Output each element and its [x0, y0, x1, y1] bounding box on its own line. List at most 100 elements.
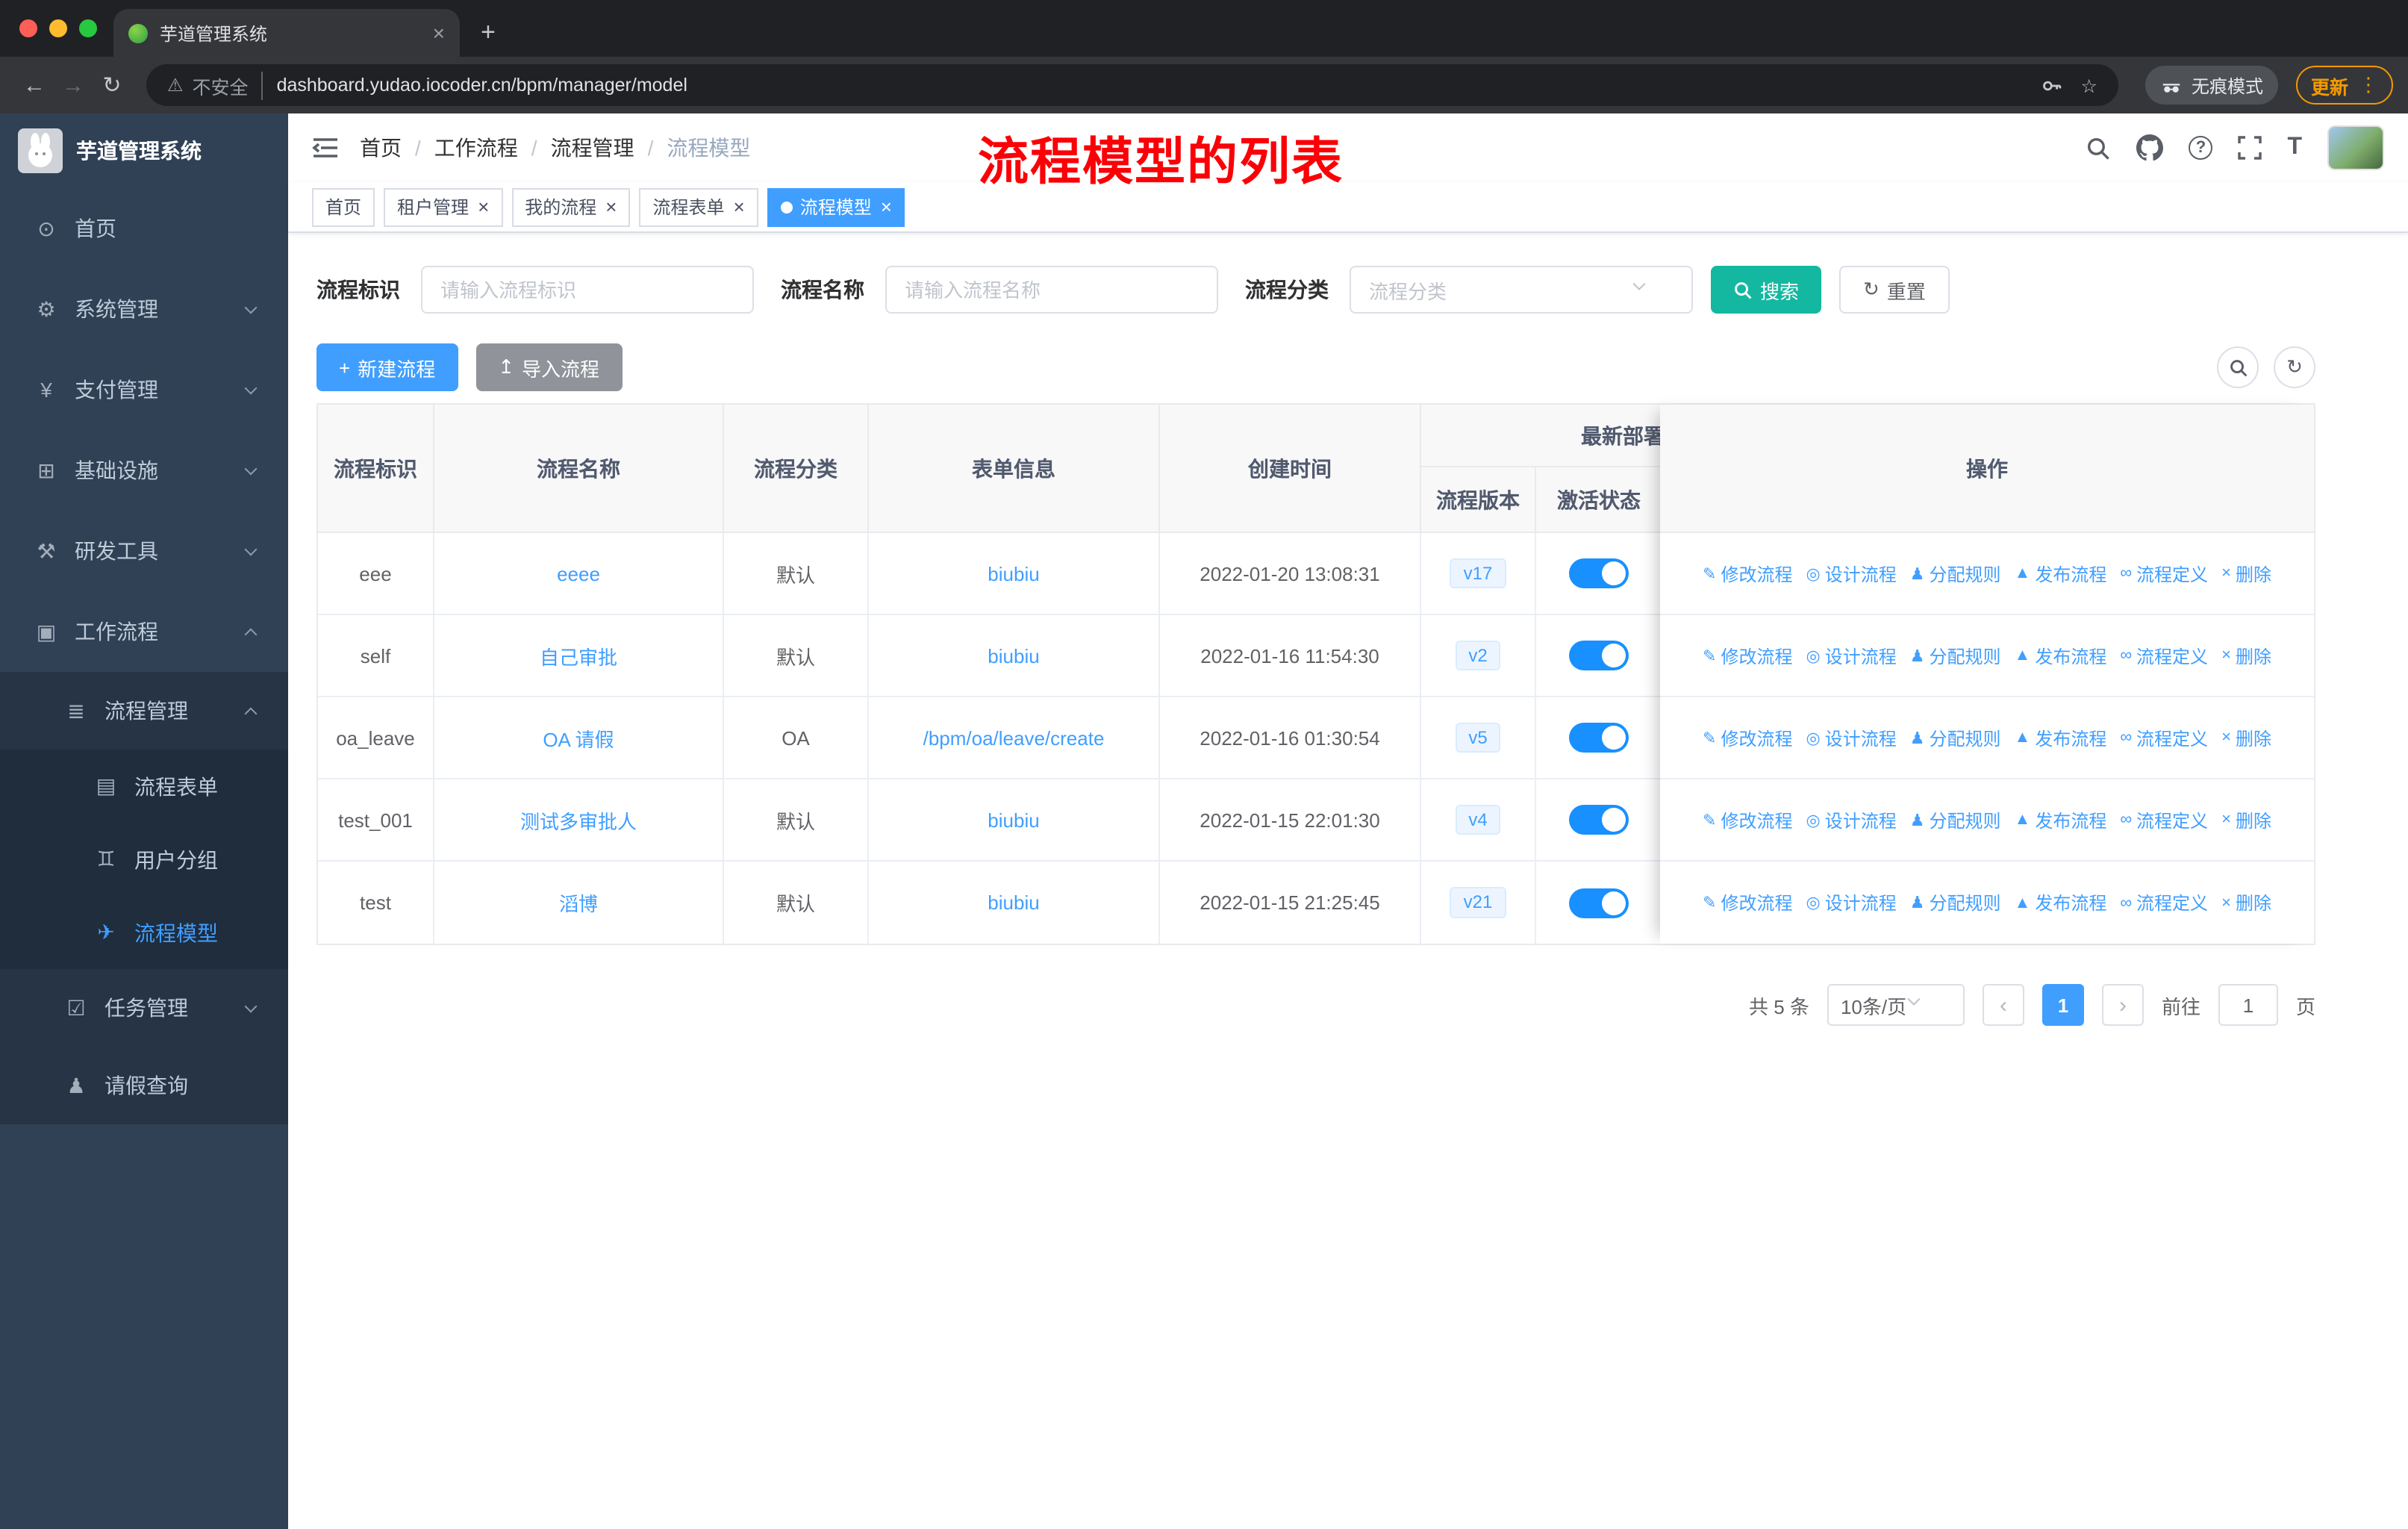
page-size-select[interactable]: 10条/页 [1827, 984, 1965, 1026]
action-delete-link[interactable]: × 删除 [2221, 725, 2271, 750]
close-window-button[interactable] [19, 19, 37, 37]
sidebar-item-system[interactable]: ⚙ 系统管理 [0, 269, 288, 349]
action-design-link[interactable]: ◎ 设计流程 [1806, 725, 1897, 750]
url-text[interactable]: dashboard.yudao.iocoder.cn/bpm/manager/m… [277, 75, 2023, 96]
browser-menu-icon[interactable]: ⋮ [2359, 73, 2378, 97]
action-definition-link[interactable]: ∞ 流程定义 [2120, 643, 2208, 668]
next-page-button[interactable]: › [2101, 984, 2144, 1026]
goto-page-input[interactable] [2218, 984, 2278, 1026]
tag-流程模型[interactable]: 流程模型 × [767, 187, 905, 226]
reload-button[interactable]: ↻ [93, 66, 131, 105]
sidebar-item-process-model[interactable]: ✈ 流程模型 [0, 896, 288, 969]
action-assign-rule-link[interactable]: ♟ 分配规则 [1910, 561, 2001, 586]
font-size-icon[interactable]: T [2287, 134, 2302, 161]
active-toggle[interactable] [1569, 641, 1629, 670]
back-button[interactable]: ← [15, 66, 54, 105]
tag-租户管理[interactable]: 租户管理 × [384, 187, 503, 226]
create-process-button[interactable]: + 新建流程 [316, 343, 458, 391]
sidebar-item-infrastructure[interactable]: ⊞ 基础设施 [0, 430, 288, 511]
process-name-link[interactable]: eeee [557, 562, 600, 585]
action-publish-link[interactable]: ▲ 发布流程 [2015, 807, 2107, 832]
avatar[interactable] [2327, 125, 2384, 170]
action-publish-link[interactable]: ▲ 发布流程 [2015, 890, 2107, 915]
new-tab-button[interactable]: + [481, 19, 496, 45]
sidebar-item-home[interactable]: ⊙ 首页 [0, 188, 288, 269]
bookmark-star-icon[interactable]: ☆ [2081, 74, 2097, 96]
search-button[interactable]: 搜索 [1711, 266, 1822, 314]
action-definition-link[interactable]: ∞ 流程定义 [2120, 725, 2208, 750]
password-key-icon[interactable] [2041, 74, 2063, 96]
breadcrumb-item[interactable]: 流程管理 [551, 133, 634, 163]
sidebar-item-user-group[interactable]: ♊ 用户分组 [0, 823, 288, 896]
fullscreen-icon[interactable] [2238, 136, 2262, 160]
form-link[interactable]: biubiu [988, 891, 1039, 914]
action-publish-link[interactable]: ▲ 发布流程 [2015, 561, 2107, 586]
action-edit-link[interactable]: ✎ 修改流程 [1703, 725, 1792, 750]
action-delete-link[interactable]: × 删除 [2221, 890, 2271, 915]
breadcrumb-item[interactable]: 工作流程 [434, 133, 518, 163]
action-assign-rule-link[interactable]: ♟ 分配规则 [1910, 890, 2001, 915]
help-icon[interactable]: ? [2189, 136, 2213, 160]
zoom-window-button[interactable] [79, 19, 97, 37]
process-key-input[interactable] [421, 266, 754, 314]
action-publish-link[interactable]: ▲ 发布流程 [2015, 643, 2107, 668]
browser-tab[interactable]: 芋道管理系统 × [113, 9, 460, 57]
action-delete-link[interactable]: × 删除 [2221, 807, 2271, 832]
process-category-select[interactable]: 流程分类 [1350, 266, 1693, 314]
action-edit-link[interactable]: ✎ 修改流程 [1703, 890, 1792, 915]
breadcrumb-item[interactable]: 首页 [360, 133, 402, 163]
tag-我的流程[interactable]: 我的流程 × [511, 187, 631, 226]
action-edit-link[interactable]: ✎ 修改流程 [1703, 807, 1792, 832]
tag-close-icon[interactable]: × [478, 196, 489, 218]
action-design-link[interactable]: ◎ 设计流程 [1806, 643, 1897, 668]
process-name-link[interactable]: 测试多审批人 [520, 806, 637, 834]
sidebar-item-leave-query[interactable]: ♟ 请假查询 [0, 1047, 288, 1124]
reset-button[interactable]: ↻ 重置 [1839, 266, 1950, 314]
github-icon[interactable] [2136, 134, 2164, 161]
search-icon[interactable] [2086, 135, 2111, 161]
action-definition-link[interactable]: ∞ 流程定义 [2120, 807, 2208, 832]
form-link[interactable]: biubiu [988, 562, 1039, 585]
active-toggle[interactable] [1569, 558, 1629, 588]
tag-close-icon[interactable]: × [881, 196, 892, 218]
forward-button[interactable]: → [54, 66, 93, 105]
sidebar-item-task-manage[interactable]: ☑ 任务管理 [0, 969, 288, 1047]
action-design-link[interactable]: ◎ 设计流程 [1806, 890, 1897, 915]
action-edit-link[interactable]: ✎ 修改流程 [1703, 643, 1792, 668]
action-definition-link[interactable]: ∞ 流程定义 [2120, 890, 2208, 915]
address-bar[interactable]: ⚠ 不安全 dashboard.yudao.iocoder.cn/bpm/man… [146, 64, 2118, 106]
form-link[interactable]: /bpm/oa/leave/create [923, 726, 1105, 749]
update-button[interactable]: 更新 ⋮ [2295, 66, 2393, 105]
form-link[interactable]: biubiu [988, 809, 1039, 831]
active-toggle[interactable] [1569, 805, 1629, 835]
action-definition-link[interactable]: ∞ 流程定义 [2120, 561, 2208, 586]
toggle-search-button[interactable] [2217, 346, 2259, 388]
action-assign-rule-link[interactable]: ♟ 分配规则 [1910, 807, 2001, 832]
sidebar-item-devtools[interactable]: ⚒ 研发工具 [0, 511, 288, 591]
sidebar-fold-icon[interactable] [312, 136, 339, 160]
tag-close-icon[interactable]: × [605, 196, 617, 218]
tab-close-icon[interactable]: × [433, 21, 445, 45]
action-publish-link[interactable]: ▲ 发布流程 [2015, 725, 2107, 750]
minimize-window-button[interactable] [49, 19, 67, 37]
action-edit-link[interactable]: ✎ 修改流程 [1703, 561, 1792, 586]
prev-page-button[interactable]: ‹ [1982, 984, 2024, 1026]
current-page[interactable]: 1 [2042, 984, 2084, 1026]
tag-close-icon[interactable]: × [734, 196, 745, 218]
sidebar-item-process-manage[interactable]: ≣ 流程管理 [0, 672, 288, 750]
sidebar-item-process-form[interactable]: ▤ 流程表单 [0, 750, 288, 823]
action-assign-rule-link[interactable]: ♟ 分配规则 [1910, 643, 2001, 668]
refresh-table-button[interactable]: ↻ [2274, 346, 2315, 388]
sidebar-item-payment[interactable]: ¥ 支付管理 [0, 349, 288, 430]
form-link[interactable]: biubiu [988, 644, 1039, 667]
action-design-link[interactable]: ◎ 设计流程 [1806, 807, 1897, 832]
tag-流程表单[interactable]: 流程表单 × [639, 187, 758, 226]
action-delete-link[interactable]: × 删除 [2221, 561, 2271, 586]
import-process-button[interactable]: ↥ 导入流程 [475, 343, 623, 391]
action-assign-rule-link[interactable]: ♟ 分配规则 [1910, 725, 2001, 750]
active-toggle[interactable] [1569, 888, 1629, 918]
tag-首页[interactable]: 首页 [312, 187, 375, 226]
process-name-link[interactable]: OA 请假 [543, 723, 614, 752]
security-label[interactable]: 不安全 [193, 71, 263, 99]
action-delete-link[interactable]: × 删除 [2221, 643, 2271, 668]
